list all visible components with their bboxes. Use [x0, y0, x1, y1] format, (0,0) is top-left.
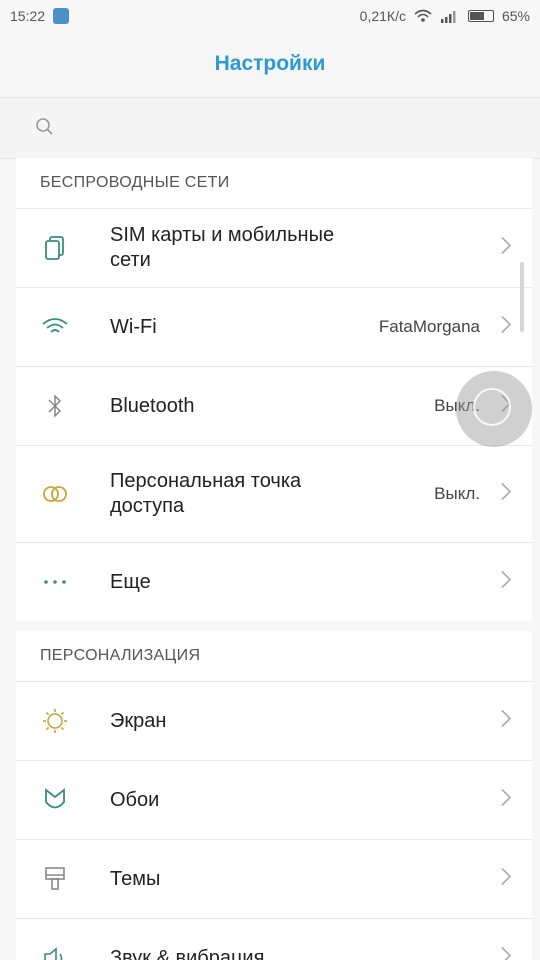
settings-list[interactable]: БЕСПРОВОДНЫЕ СЕТИ SIM карты и мобильные …: [16, 158, 532, 960]
chevron-right-icon: [500, 946, 512, 960]
settings-item-sim[interactable]: SIM карты и мобильные сети: [16, 209, 532, 288]
signal-icon: [440, 11, 456, 23]
wallpaper-icon: [40, 785, 70, 815]
settings-item-value: FataMorgana: [378, 317, 480, 336]
settings-item-label: Персональная точка доступа: [110, 470, 302, 517]
settings-item-hotspot[interactable]: Персональная точка доступа Выкл.: [16, 446, 532, 543]
sim-cards-icon: [40, 233, 70, 263]
app-bar: Настройки: [0, 32, 540, 96]
settings-item-themes[interactable]: Темы: [16, 840, 532, 919]
search-input[interactable]: [64, 110, 508, 148]
page-title: Настройки: [214, 52, 326, 75]
chevron-right-icon: [500, 867, 512, 892]
section-header-wireless: БЕСПРОВОДНЫЕ СЕТИ: [16, 158, 532, 209]
notification-app-icon: [53, 8, 70, 24]
status-bar: 15:22 0,21К/с 65%: [0, 0, 540, 32]
chevron-right-icon: [500, 482, 512, 507]
chevron-right-icon: [500, 570, 512, 595]
settings-item-label: Bluetooth: [110, 394, 195, 417]
settings-item-label: SIM карты и мобильные сети: [110, 224, 335, 271]
settings-item-label: Экран: [110, 709, 167, 732]
chevron-right-icon: [500, 315, 512, 340]
battery-percent: 65%: [501, 8, 530, 24]
battery-icon: [467, 10, 494, 22]
chevron-right-icon: [500, 236, 512, 261]
themes-icon: [40, 864, 70, 894]
settings-item-value: Выкл.: [434, 484, 480, 503]
network-speed: 0,21К/с: [359, 8, 406, 24]
settings-item-wallpaper[interactable]: Обои: [16, 761, 532, 840]
settings-item-bluetooth[interactable]: Bluetooth Выкл.: [16, 367, 532, 446]
chevron-right-icon: [500, 709, 512, 734]
settings-item-more[interactable]: Еще: [16, 543, 532, 621]
wifi-icon: [40, 312, 70, 342]
sound-icon: [40, 943, 70, 960]
chevron-right-icon: [500, 788, 512, 813]
search-bar[interactable]: [0, 97, 540, 159]
more-dots-icon: [40, 567, 70, 597]
scrollbar[interactable]: [520, 262, 524, 332]
settings-item-label: Еще: [110, 570, 151, 593]
settings-item-display[interactable]: Экран: [16, 682, 532, 761]
section-header-personalization: ПЕРСОНАЛИЗАЦИЯ: [16, 631, 532, 682]
wifi-status-icon: [414, 9, 432, 22]
settings-item-label: Звук & вибрация: [110, 946, 265, 960]
brightness-icon: [40, 706, 70, 736]
section-divider: [16, 621, 532, 631]
settings-item-label: Темы: [110, 867, 161, 890]
settings-item-wifi[interactable]: Wi-Fi FataMorgana: [16, 288, 532, 367]
search-icon: [36, 118, 53, 135]
settings-item-label: Обои: [110, 788, 160, 811]
status-time: 15:22: [10, 8, 46, 24]
bluetooth-icon: [40, 391, 70, 421]
hotspot-icon: [40, 479, 70, 509]
settings-item-label: Wi-Fi: [110, 315, 157, 338]
touch-indicator: [456, 371, 532, 447]
settings-item-sound[interactable]: Звук & вибрация: [16, 919, 532, 960]
